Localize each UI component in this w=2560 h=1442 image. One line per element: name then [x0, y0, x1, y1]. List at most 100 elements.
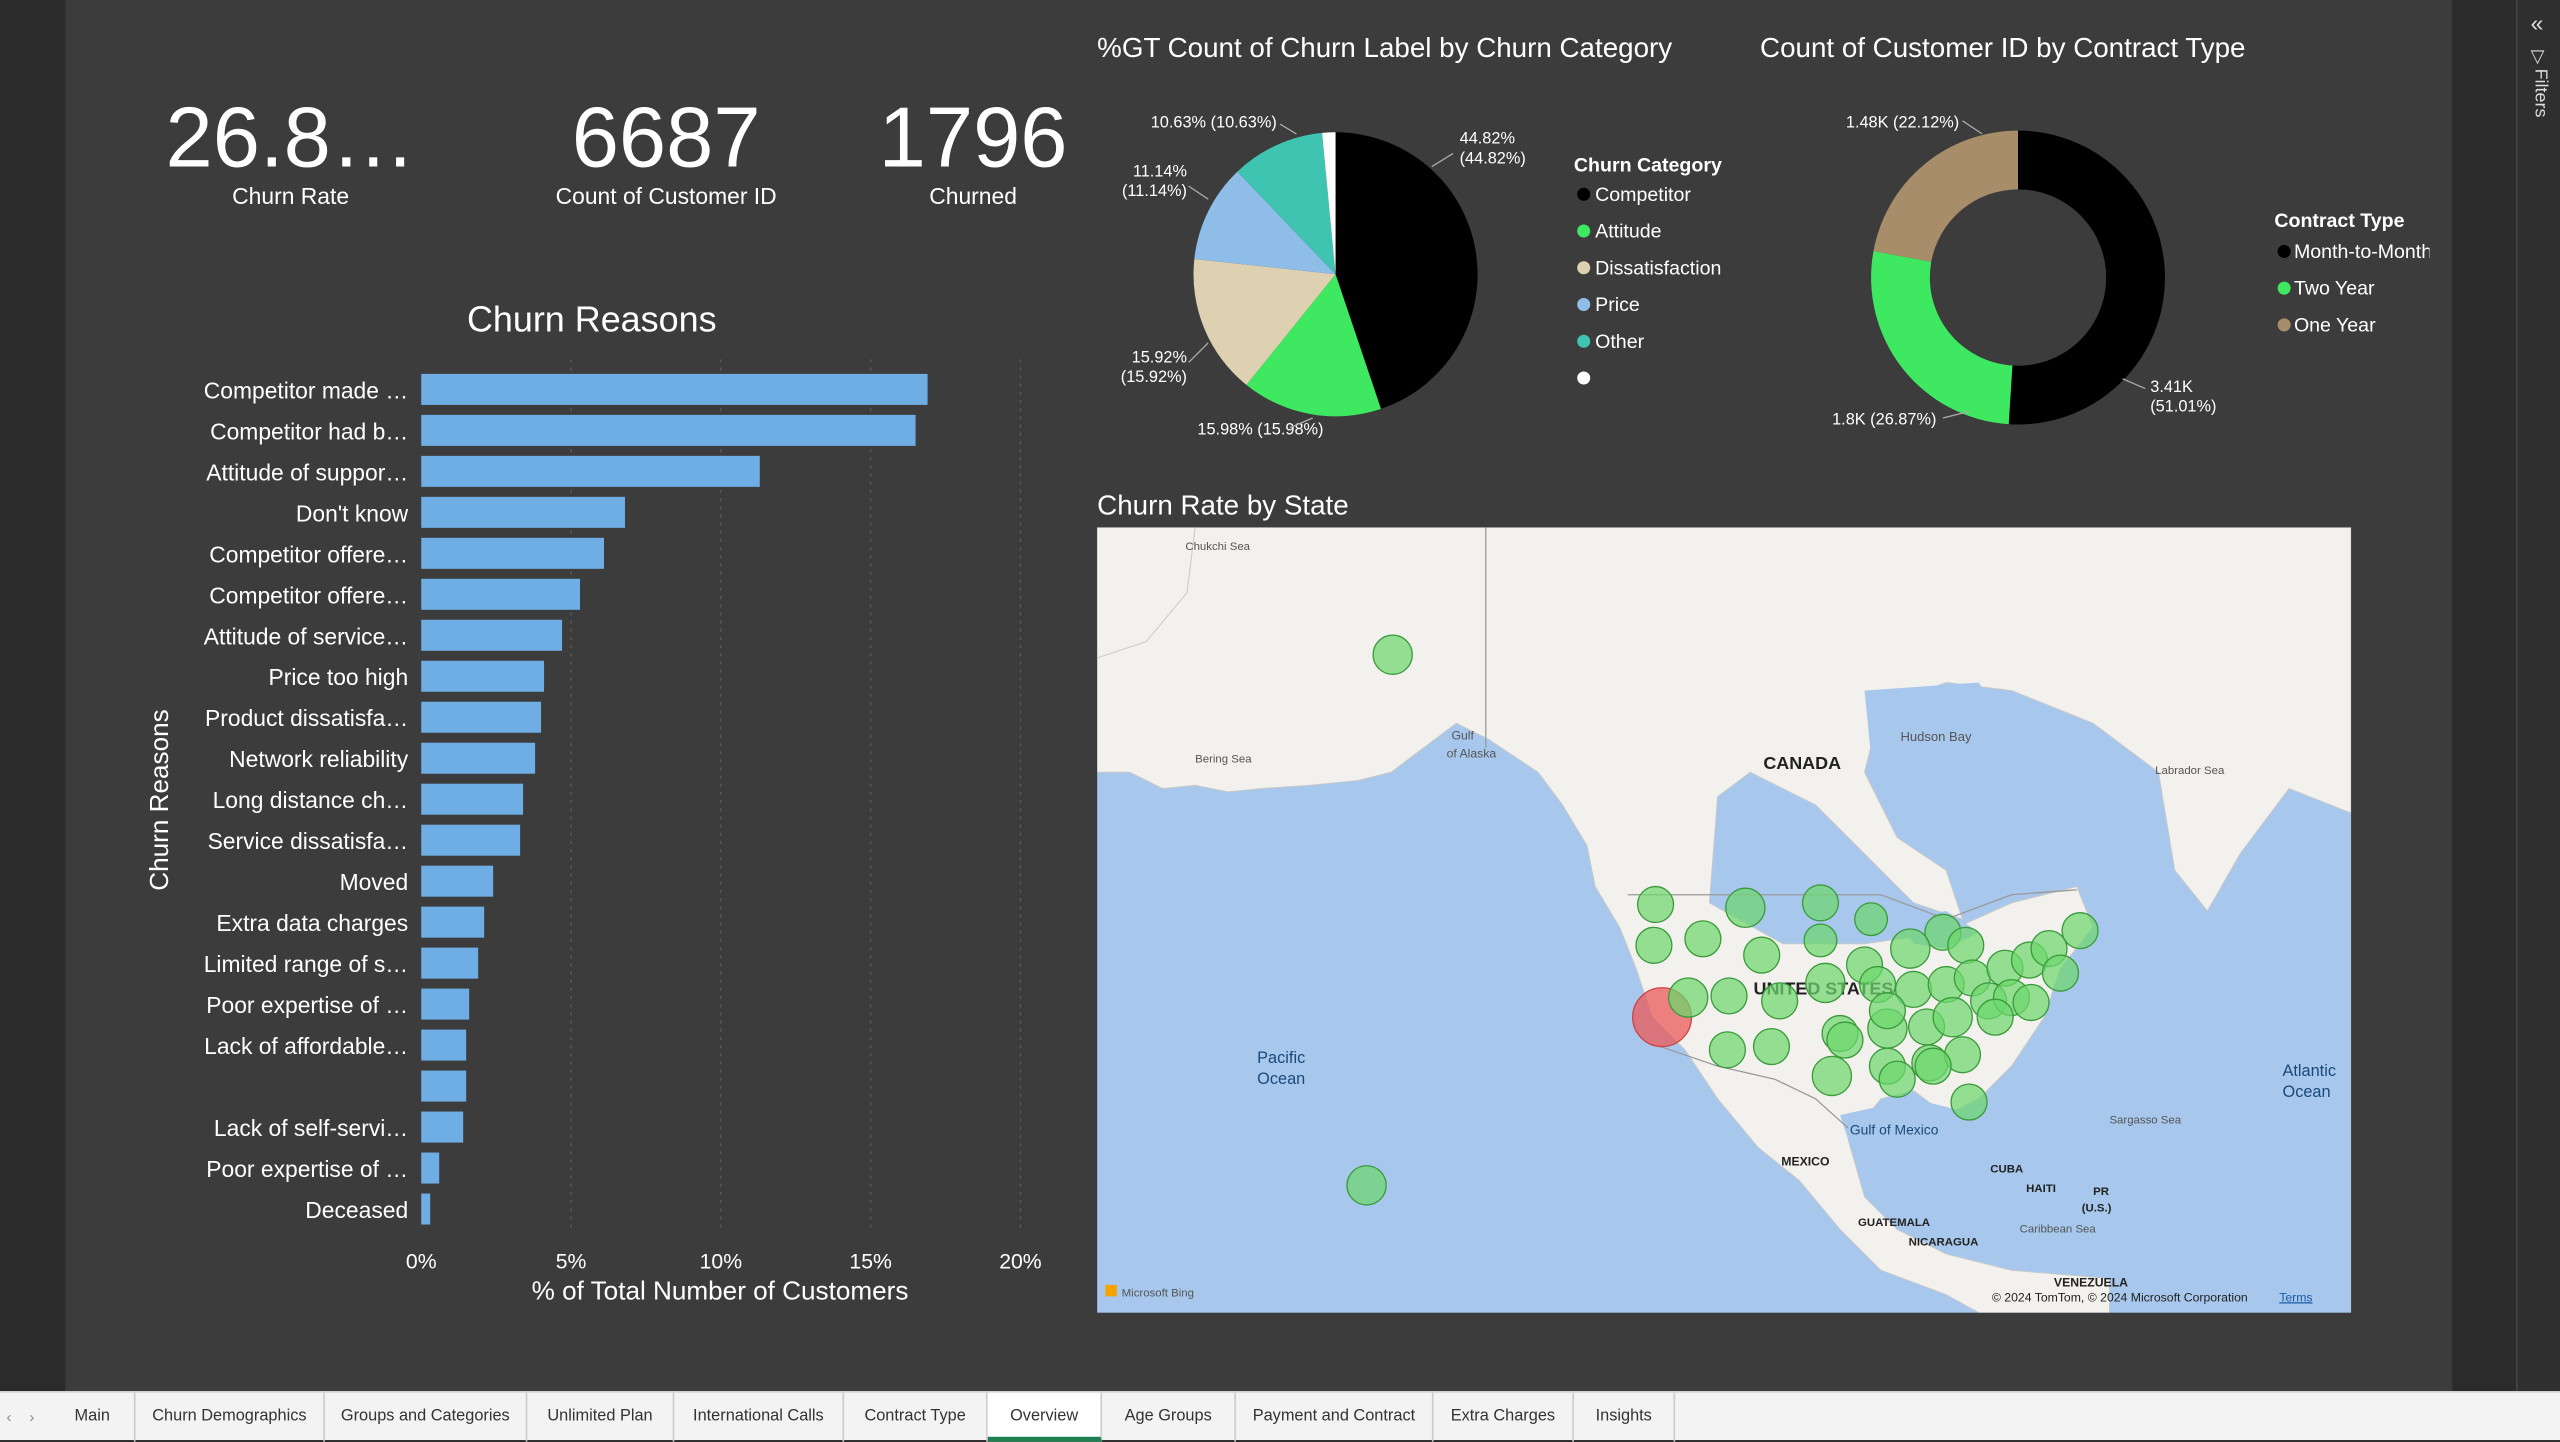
- donut-legend-marker[interactable]: [2277, 244, 2291, 258]
- bar[interactable]: [421, 865, 494, 897]
- bar[interactable]: [421, 373, 928, 405]
- churn-rate-map[interactable]: Chukchi Sea Bering Sea Gulf of Alaska CANADA…: [1097, 527, 2352, 1313]
- donut-legend-marker[interactable]: [2277, 318, 2291, 332]
- tab-churn-demographics[interactable]: Churn Demographics: [136, 1392, 325, 1442]
- bar[interactable]: [421, 496, 625, 528]
- state-bubble[interactable]: [2012, 983, 2050, 1022]
- tab-age-groups[interactable]: Age Groups: [1102, 1392, 1236, 1442]
- map-canvas[interactable]: Chukchi Sea Bering Sea Gulf of Alaska CANADA…: [1097, 527, 2352, 1313]
- tab-scroll-right-icon[interactable]: ›: [29, 1393, 34, 1442]
- pie-legend-marker[interactable]: [1577, 371, 1591, 385]
- state-bubble[interactable]: [1725, 887, 1766, 929]
- bar[interactable]: [421, 742, 536, 774]
- bar[interactable]: [421, 455, 760, 487]
- expand-icon[interactable]: «: [2531, 10, 2544, 36]
- donut-slice-one-year[interactable]: [1873, 130, 2019, 262]
- donut-slice-two-year[interactable]: [1871, 251, 2013, 425]
- pie-legend-marker[interactable]: [1577, 297, 1591, 312]
- pie-legend-item[interactable]: Dissatisfaction: [1595, 257, 1721, 279]
- bar[interactable]: [421, 947, 479, 979]
- kpi-card-customer-count[interactable]: 6687 Count of Customer ID: [519, 91, 813, 209]
- state-bubble[interactable]: [1878, 1060, 1916, 1098]
- bar[interactable]: [421, 1111, 464, 1143]
- map-place-label: NICARAGUA: [1909, 1237, 1979, 1249]
- pie-legend-item[interactable]: Competitor: [1595, 184, 1691, 206]
- state-bubble[interactable]: [1811, 1055, 1853, 1097]
- state-bubble[interactable]: [1710, 977, 1748, 1015]
- kpi-card-churned[interactable]: 1796 Churned: [865, 91, 1081, 209]
- donut-legend-item[interactable]: One Year: [2294, 314, 2376, 336]
- bar[interactable]: [421, 824, 521, 856]
- state-bubble[interactable]: [1635, 926, 1673, 964]
- bar[interactable]: [421, 414, 916, 446]
- state-bubble[interactable]: [1684, 920, 1722, 958]
- state-bubble[interactable]: [1346, 1165, 1387, 1206]
- bar[interactable]: [421, 537, 604, 569]
- bar[interactable]: [421, 1152, 440, 1184]
- contract-type-donut-chart[interactable]: 3.41K(51.01%) 1.8K (26.87%) 1.48K (22.12%)…: [1760, 98, 2429, 457]
- tab-insights[interactable]: Insights: [1574, 1392, 1676, 1442]
- state-bubble[interactable]: [1890, 928, 1931, 969]
- state-bubble[interactable]: [1372, 634, 1413, 675]
- state-bubble[interactable]: [2061, 912, 2099, 950]
- bar[interactable]: [421, 783, 524, 815]
- map-place-label: Hudson Bay: [1900, 729, 1972, 744]
- state-bubble[interactable]: [1801, 884, 1840, 922]
- state-bubble[interactable]: [1743, 936, 1781, 974]
- filters-pane-collapsed[interactable]: « ▽ Filters: [2515, 0, 2560, 1392]
- state-bubble[interactable]: [1950, 1083, 1988, 1121]
- pie-legend-marker[interactable]: [1577, 224, 1591, 238]
- state-bubble[interactable]: [1868, 992, 1907, 1030]
- state-bubble[interactable]: [1932, 996, 1973, 1038]
- bar[interactable]: [421, 660, 545, 692]
- state-bubble[interactable]: [2041, 954, 2080, 992]
- state-bubble[interactable]: [1752, 1027, 1791, 1066]
- tab-payment-and-contract[interactable]: Payment and Contract: [1236, 1392, 1434, 1442]
- pie-leader-line: [1188, 185, 1209, 200]
- bar[interactable]: [421, 1193, 431, 1225]
- tab-extra-charges[interactable]: Extra Charges: [1434, 1392, 1574, 1442]
- bar[interactable]: [421, 578, 581, 610]
- tab-scroll-left-icon[interactable]: ‹: [7, 1393, 12, 1442]
- pie-legend-item[interactable]: Price: [1595, 294, 1640, 316]
- state-bubble[interactable]: [1976, 998, 2014, 1036]
- tab-groups-and-categories[interactable]: Groups and Categories: [325, 1392, 528, 1442]
- bar[interactable]: [421, 988, 470, 1020]
- state-bubble[interactable]: [1947, 926, 1985, 964]
- state-bubble[interactable]: [1667, 977, 1709, 1018]
- tab-unlimited-plan[interactable]: Unlimited Plan: [527, 1392, 675, 1442]
- state-bubble[interactable]: [1803, 923, 1838, 958]
- bar-chart-title: Churn Reasons: [466, 298, 717, 340]
- bar[interactable]: [421, 1070, 467, 1102]
- bar[interactable]: [421, 619, 563, 651]
- tab-contract-type[interactable]: Contract Type: [844, 1392, 988, 1442]
- bar[interactable]: [421, 701, 542, 733]
- state-bubble[interactable]: [1805, 962, 1846, 1004]
- pie-legend-item[interactable]: Other: [1595, 331, 1644, 353]
- tab-main[interactable]: Main: [51, 1392, 136, 1442]
- churn-reasons-bar-chart[interactable]: 0% 5% 10% 15% 20% Competitor made … Competitor…: [131, 359, 1078, 1322]
- donut-legend-marker[interactable]: [2277, 281, 2291, 295]
- donut-slice-month-to-month[interactable]: [2008, 130, 2165, 425]
- state-bubble[interactable]: [1636, 885, 1675, 924]
- pie-legend-item[interactable]: Attitude: [1595, 221, 1662, 243]
- donut-legend-item[interactable]: Two Year: [2294, 278, 2375, 300]
- state-bubble[interactable]: [1761, 982, 1799, 1020]
- state-bubble[interactable]: [1708, 1031, 1747, 1069]
- bar[interactable]: [421, 1029, 467, 1061]
- map-terms-link[interactable]: Terms: [2279, 1290, 2312, 1304]
- state-bubble[interactable]: [1914, 1047, 1952, 1085]
- filters-label[interactable]: Filters: [2531, 69, 2551, 118]
- tab-international-calls[interactable]: International Calls: [674, 1392, 845, 1442]
- state-bubble[interactable]: [1826, 1021, 1864, 1059]
- churn-category-pie-chart[interactable]: 44.82%(44.82%) 15.98% (15.98%) 15.92% (15.9…: [1097, 98, 1750, 457]
- kpi-card-churn-rate[interactable]: 26.8… Churn Rate: [147, 91, 434, 209]
- tab-overview[interactable]: Overview: [987, 1392, 1103, 1442]
- map-place-label: GUATEMALA: [1858, 1217, 1930, 1229]
- pie-legend-marker[interactable]: [1577, 187, 1591, 201]
- pie-legend-marker[interactable]: [1577, 261, 1591, 275]
- bar[interactable]: [421, 906, 485, 938]
- donut-legend-item[interactable]: Month-to-Month: [2294, 241, 2430, 263]
- pie-legend-marker[interactable]: [1577, 334, 1591, 348]
- state-bubble[interactable]: [1854, 902, 1889, 937]
